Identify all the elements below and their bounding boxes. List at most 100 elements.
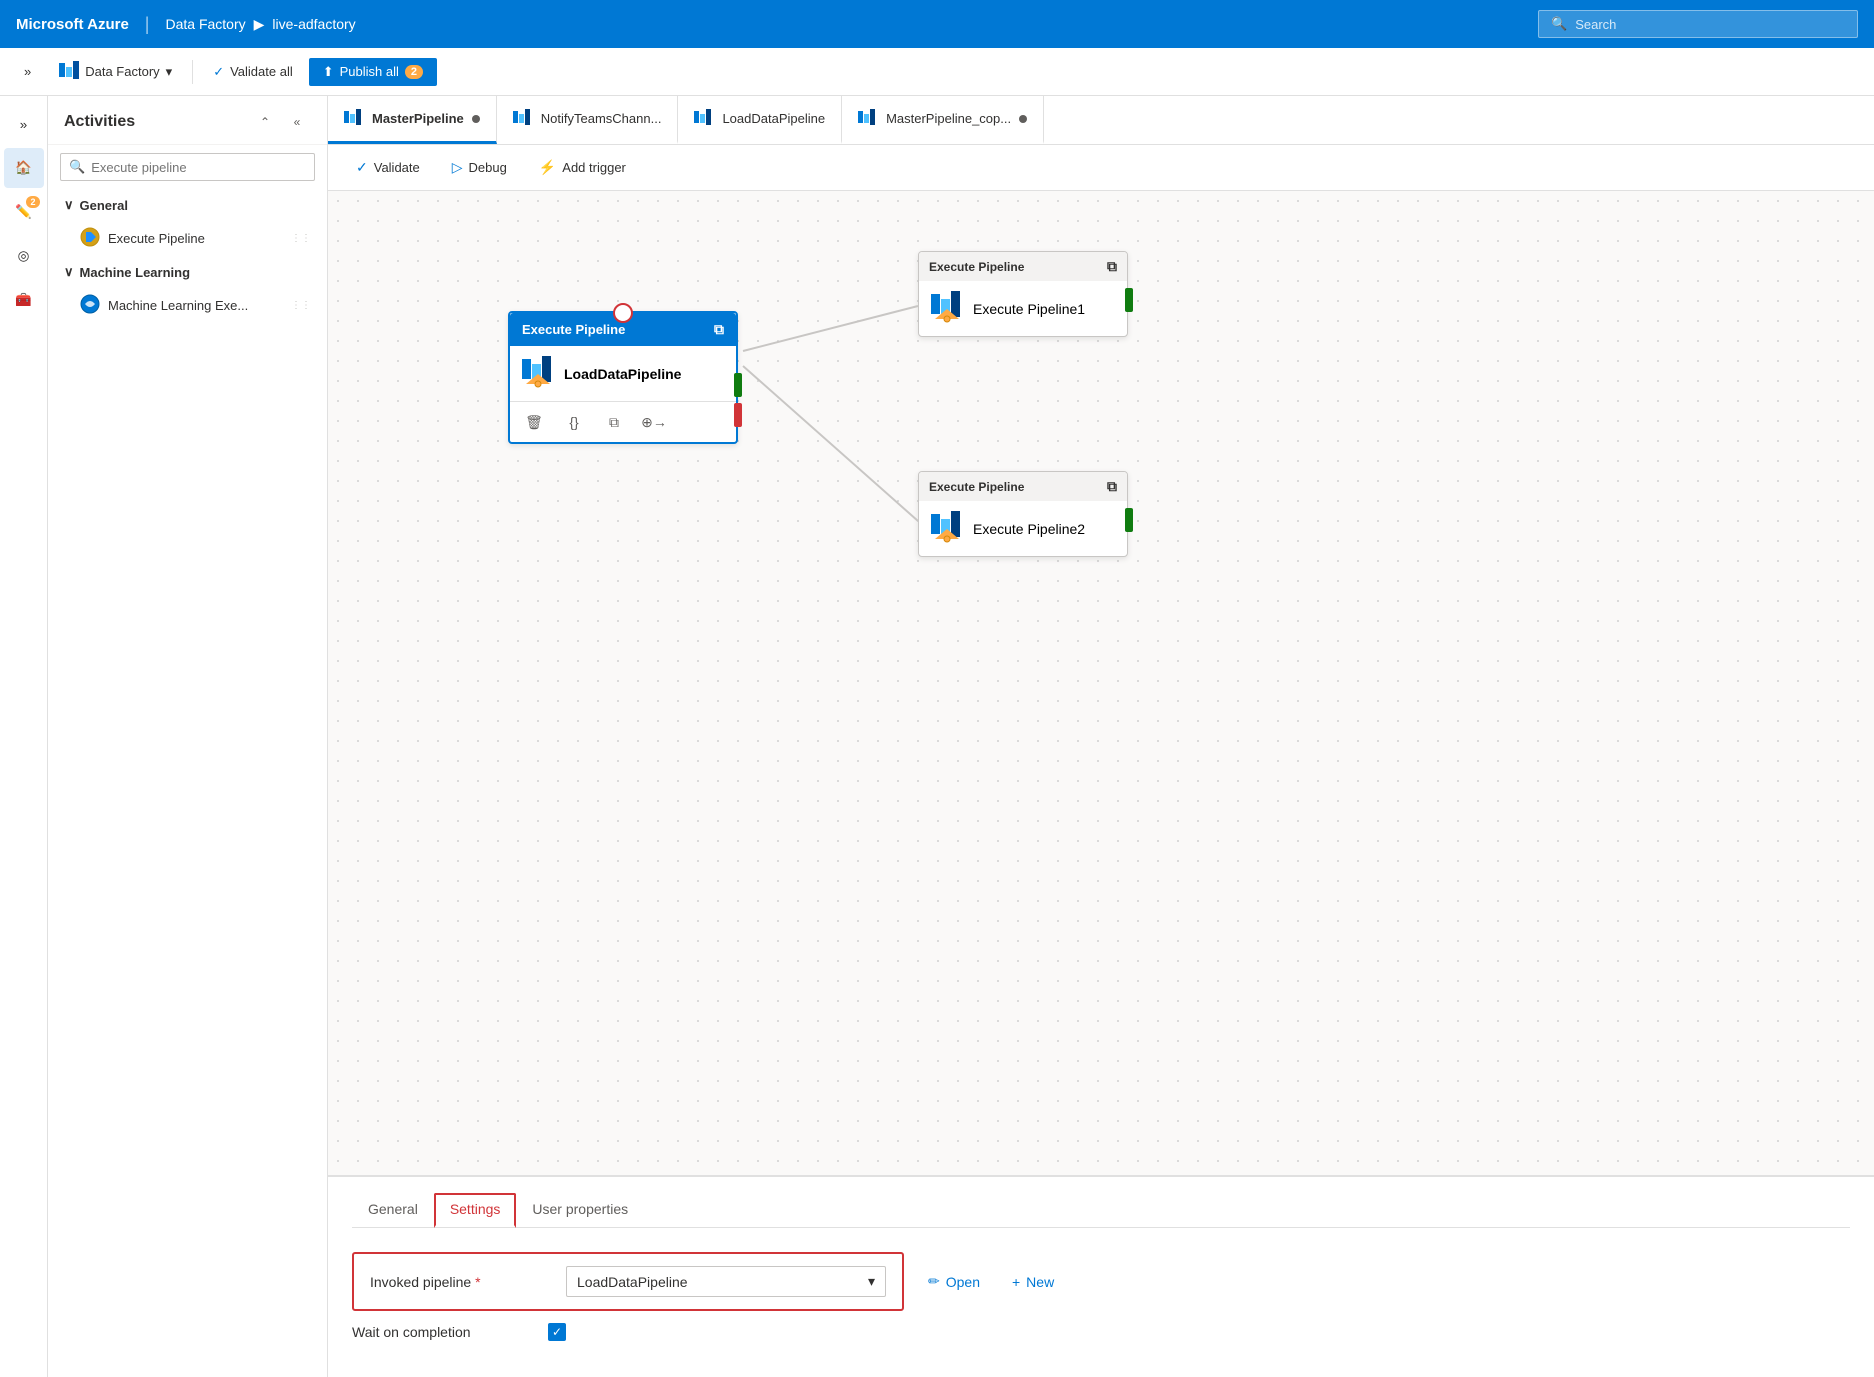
- invoked-pipeline-row: Invoked pipeline * LoadDataPipeline ▾ ✏: [352, 1252, 1850, 1311]
- search-bar[interactable]: 🔍: [1538, 10, 1858, 38]
- monitor-icon: ◎: [18, 248, 30, 264]
- action-bar: ✓ Validate ▷ Debug ⚡ Add trigger: [328, 145, 1874, 191]
- search-icon: 🔍: [1551, 16, 1567, 32]
- node-body-label-load: LoadDataPipeline: [564, 366, 681, 382]
- pipeline-node-2[interactable]: Execute Pipeline ⧉: [918, 471, 1128, 557]
- node-body-label-2: Execute Pipeline2: [973, 521, 1085, 537]
- manage-icon: 🧰: [15, 292, 32, 308]
- sidebar-btn-edit[interactable]: ✏️ 2: [4, 192, 44, 232]
- search-input[interactable]: [1575, 17, 1845, 32]
- breadcrumb-arrow: ▶: [254, 16, 265, 33]
- external-link-icon-1[interactable]: ⧉: [1107, 258, 1117, 275]
- tab-notify[interactable]: NotifyTeamsChann...: [497, 96, 679, 144]
- category-ml-toggle[interactable]: ∨ Machine Learning: [56, 256, 319, 288]
- breadcrumb-live[interactable]: live-adfactory: [272, 16, 355, 32]
- activity-execute-pipeline[interactable]: Execute Pipeline ⋮⋮: [56, 221, 319, 256]
- sidebar-btn-monitor[interactable]: ◎: [4, 236, 44, 276]
- execute-pipeline-icon: [80, 227, 100, 250]
- settings-content: Invoked pipeline * LoadDataPipeline ▾ ✏: [352, 1244, 1850, 1361]
- copy-node-button[interactable]: ⧉: [600, 408, 628, 436]
- tab-user-properties[interactable]: User properties: [516, 1193, 644, 1228]
- tab-settings[interactable]: Settings: [434, 1193, 517, 1228]
- activities-header: Activities ⌃ «: [48, 96, 327, 145]
- chevron-icon: »: [20, 117, 27, 132]
- pipeline-area: MasterPipeline NotifyTeamsChann...: [328, 96, 1874, 1377]
- invoked-pipeline-dropdown[interactable]: LoadDataPipeline ▾: [566, 1266, 886, 1297]
- wait-completion-row: Wait on completion ✓: [352, 1323, 1850, 1341]
- open-button[interactable]: ✏ Open: [920, 1267, 988, 1296]
- pipeline-tab-icon-3: [694, 109, 714, 128]
- tab-unsaved-dot-2: [1019, 115, 1027, 123]
- node-header-2: Execute Pipeline ⧉: [919, 472, 1127, 501]
- collapse-panel-button[interactable]: «: [283, 108, 311, 136]
- activity-ml-execute[interactable]: Machine Learning Exe... ⋮⋮: [56, 288, 319, 323]
- debug-button[interactable]: ▷ Debug: [440, 153, 519, 182]
- connect-node-button[interactable]: ⊕→: [640, 408, 668, 436]
- validate-label: Validate: [374, 160, 420, 175]
- pipeline-tabs: MasterPipeline NotifyTeamsChann...: [328, 96, 1874, 145]
- activity-search-box[interactable]: 🔍: [60, 153, 315, 181]
- validate-all-button[interactable]: ✓ Validate all: [201, 58, 305, 86]
- tab-load[interactable]: LoadDataPipeline: [678, 96, 842, 144]
- pipeline-tab-icon-4: [858, 109, 878, 128]
- collapse-button[interactable]: ⌃: [251, 108, 279, 136]
- ml-label: Machine Learning Exe...: [108, 298, 248, 313]
- external-link-icon[interactable]: ⧉: [714, 321, 724, 338]
- breadcrumb: Data Factory ▶ live-adfactory: [165, 16, 355, 33]
- checkbox-check-icon: ✓: [552, 1325, 562, 1339]
- node-body-2: Execute Pipeline2: [919, 501, 1127, 556]
- notification-badge: 2: [26, 196, 39, 208]
- tab-load-label: LoadDataPipeline: [722, 111, 825, 126]
- activity-search-input[interactable]: [91, 160, 306, 175]
- sidebar-btn-expand[interactable]: »: [4, 104, 44, 144]
- delete-node-button[interactable]: 🗑: [520, 408, 548, 436]
- breadcrumb-datafactory[interactable]: Data Factory: [165, 16, 245, 32]
- tab-mastercopy[interactable]: MasterPipeline_cop...: [842, 96, 1044, 144]
- node-success-indicator: [734, 373, 742, 397]
- chevron-down-icon: ∨: [64, 264, 74, 280]
- invoked-pipeline-label: Invoked pipeline *: [370, 1274, 550, 1290]
- expand-sidebar-button[interactable]: »: [12, 58, 43, 85]
- category-ml-label: Machine Learning: [80, 265, 191, 280]
- node-header-2-label: Execute Pipeline: [929, 480, 1024, 494]
- tab-master-pipeline[interactable]: MasterPipeline: [328, 96, 497, 144]
- brand-name: Microsoft Azure: [16, 16, 129, 33]
- category-ml: ∨ Machine Learning Machine Learning Exe.…: [48, 256, 327, 323]
- publish-badge: 2: [405, 65, 423, 79]
- validate-button[interactable]: ✓ Validate: [344, 153, 432, 182]
- sidebar-btn-manage[interactable]: 🧰: [4, 280, 44, 320]
- publish-all-button[interactable]: ⬆ Publish all 2: [309, 58, 437, 86]
- chevron-right-icon: »: [24, 64, 31, 79]
- wait-checkbox[interactable]: ✓: [548, 1323, 566, 1341]
- search-icon: 🔍: [69, 159, 85, 175]
- required-star: *: [475, 1274, 480, 1290]
- pencil-icon: ✏: [928, 1273, 940, 1290]
- sidebar-btn-home[interactable]: 🏠: [4, 148, 44, 188]
- invoked-pipeline-section: Invoked pipeline * LoadDataPipeline ▾: [352, 1252, 904, 1311]
- debug-play-icon: ▷: [452, 159, 463, 176]
- execute-pipeline-label: Execute Pipeline: [108, 231, 205, 246]
- pipeline-node-load[interactable]: Execute Pipeline ⧉: [508, 311, 738, 444]
- add-trigger-button[interactable]: ⚡ Add trigger: [527, 153, 638, 182]
- data-factory-dropdown[interactable]: Data Factory ▾: [47, 55, 184, 88]
- tab-general[interactable]: General: [352, 1193, 434, 1228]
- validate-icon: ✓: [213, 64, 224, 80]
- node-body-1: Execute Pipeline1: [919, 281, 1127, 336]
- external-link-icon-2[interactable]: ⧉: [1107, 478, 1117, 495]
- data-factory-label: Data Factory: [85, 64, 159, 79]
- content-area: Activities ⌃ « 🔍 ∨ General: [48, 96, 1874, 1377]
- trigger-icon: ⚡: [539, 159, 556, 176]
- ml-icon: [80, 294, 100, 317]
- pipeline-node-1[interactable]: Execute Pipeline ⧉: [918, 251, 1128, 337]
- pipeline-canvas[interactable]: Execute Pipeline ⧉: [328, 191, 1874, 1175]
- chevron-down-icon: ∨: [64, 197, 74, 213]
- new-button[interactable]: + New: [1004, 1268, 1062, 1296]
- json-node-button[interactable]: {}: [560, 408, 588, 436]
- debug-label: Debug: [469, 160, 507, 175]
- pipeline-tab-icon: [344, 109, 364, 128]
- settings-tabs: General Settings User properties: [352, 1193, 1850, 1228]
- node-icon-1: [931, 291, 963, 326]
- node-top-handle: [613, 303, 633, 323]
- node-error-indicator: [734, 403, 742, 427]
- category-general-toggle[interactable]: ∨ General: [56, 189, 319, 221]
